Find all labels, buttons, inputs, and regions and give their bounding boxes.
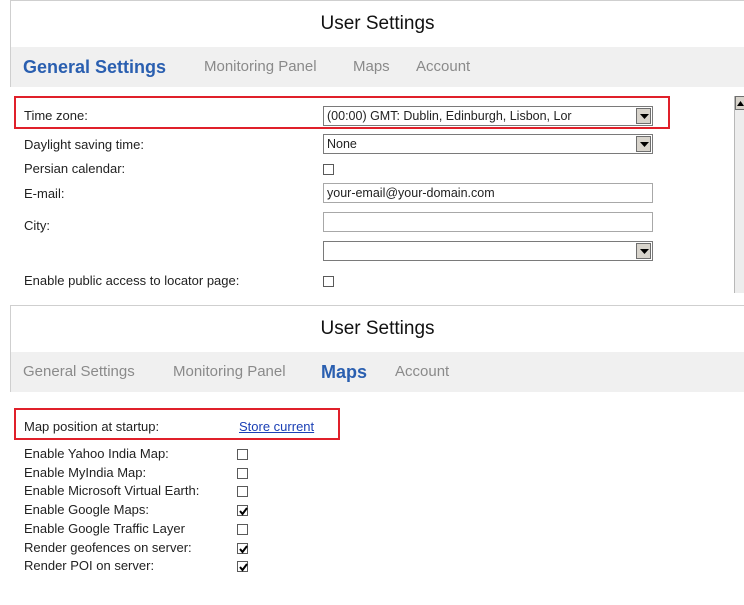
panel-title: User Settings	[10, 305, 744, 353]
option-checkbox-enable-google-maps[interactable]	[237, 505, 248, 517]
timezone-value: (00:00) GMT: Dublin, Edinburgh, Lisbon, …	[327, 109, 572, 123]
checkmark-icon	[239, 563, 248, 572]
tab-maps[interactable]: Maps	[353, 47, 390, 87]
store-current-link[interactable]: Store current	[239, 419, 314, 434]
tab-bar: General Settings Monitoring Panel Maps A…	[10, 352, 744, 392]
tab-bar: General Settings Monitoring Panel Maps A…	[10, 47, 744, 87]
option-label-render-geofences-on-server: Render geofences on server:	[24, 539, 192, 555]
city-field[interactable]	[323, 212, 653, 232]
option-checkbox-enable-microsoft-virtual-earth[interactable]	[237, 486, 248, 498]
tab-monitoring-panel[interactable]: Monitoring Panel	[173, 352, 286, 392]
map-position-label: Map position at startup:	[24, 419, 160, 434]
option-checkbox-render-geofences-on-server[interactable]	[237, 542, 248, 554]
option-label-enable-google-maps: Enable Google Maps:	[24, 502, 150, 518]
tab-general-settings[interactable]: General Settings	[23, 47, 166, 87]
email-label: E-mail:	[24, 186, 65, 201]
dropdown-arrow-icon	[636, 108, 651, 124]
timezone-label: Time zone:	[24, 108, 88, 123]
option-checkbox-render-poi-on-server[interactable]	[237, 561, 248, 573]
dropdown-arrow-icon	[636, 243, 651, 259]
scrollbar[interactable]	[734, 96, 744, 293]
panel-title: User Settings	[10, 0, 744, 48]
option-label-render-poi-on-server: Render POI on server:	[24, 558, 155, 574]
daylight-saving-label: Daylight saving time:	[24, 137, 144, 152]
persian-calendar-label: Persian calendar:	[24, 161, 126, 176]
user-settings-panel-maps: User Settings General Settings Monitorin…	[0, 305, 744, 605]
city-label: City:	[24, 218, 50, 233]
email-field[interactable]: your-email@your-domain.com	[323, 183, 653, 203]
scroll-up-arrow-icon[interactable]	[735, 96, 744, 110]
persian-calendar-checkbox[interactable]	[323, 164, 334, 175]
public-access-label: Enable public access to locator page:	[24, 273, 240, 288]
dropdown-arrow-icon	[636, 136, 651, 152]
option-checkbox-enable-myindia-map[interactable]	[237, 467, 248, 479]
option-label-enable-yahoo-india-map: Enable Yahoo India Map:	[24, 446, 169, 461]
option-label-enable-microsoft-virtual-earth: Enable Microsoft Virtual Earth:	[24, 483, 200, 499]
tab-account[interactable]: Account	[416, 47, 470, 87]
checkmark-icon	[239, 507, 248, 516]
tab-monitoring-panel[interactable]: Monitoring Panel	[204, 47, 317, 87]
tab-account[interactable]: Account	[395, 352, 449, 392]
timezone-select[interactable]: (00:00) GMT: Dublin, Edinburgh, Lisbon, …	[323, 106, 653, 126]
tab-maps[interactable]: Maps	[321, 352, 367, 392]
user-settings-panel-general: User Settings General Settings Monitorin…	[0, 0, 744, 293]
option-checkbox-enable-google-traffic-layer[interactable]	[237, 523, 248, 535]
city-select[interactable]	[323, 241, 653, 261]
option-checkbox-enable-yahoo-india-map[interactable]	[237, 449, 248, 460]
tab-general-settings[interactable]: General Settings	[23, 352, 135, 392]
daylight-saving-select[interactable]: None	[323, 134, 653, 154]
checkmark-icon	[239, 544, 248, 554]
option-label-enable-myindia-map: Enable MyIndia Map:	[24, 464, 147, 480]
public-access-checkbox[interactable]	[323, 276, 334, 287]
option-label-enable-google-traffic-layer: Enable Google Traffic Layer	[24, 520, 185, 536]
daylight-saving-value: None	[327, 137, 357, 151]
